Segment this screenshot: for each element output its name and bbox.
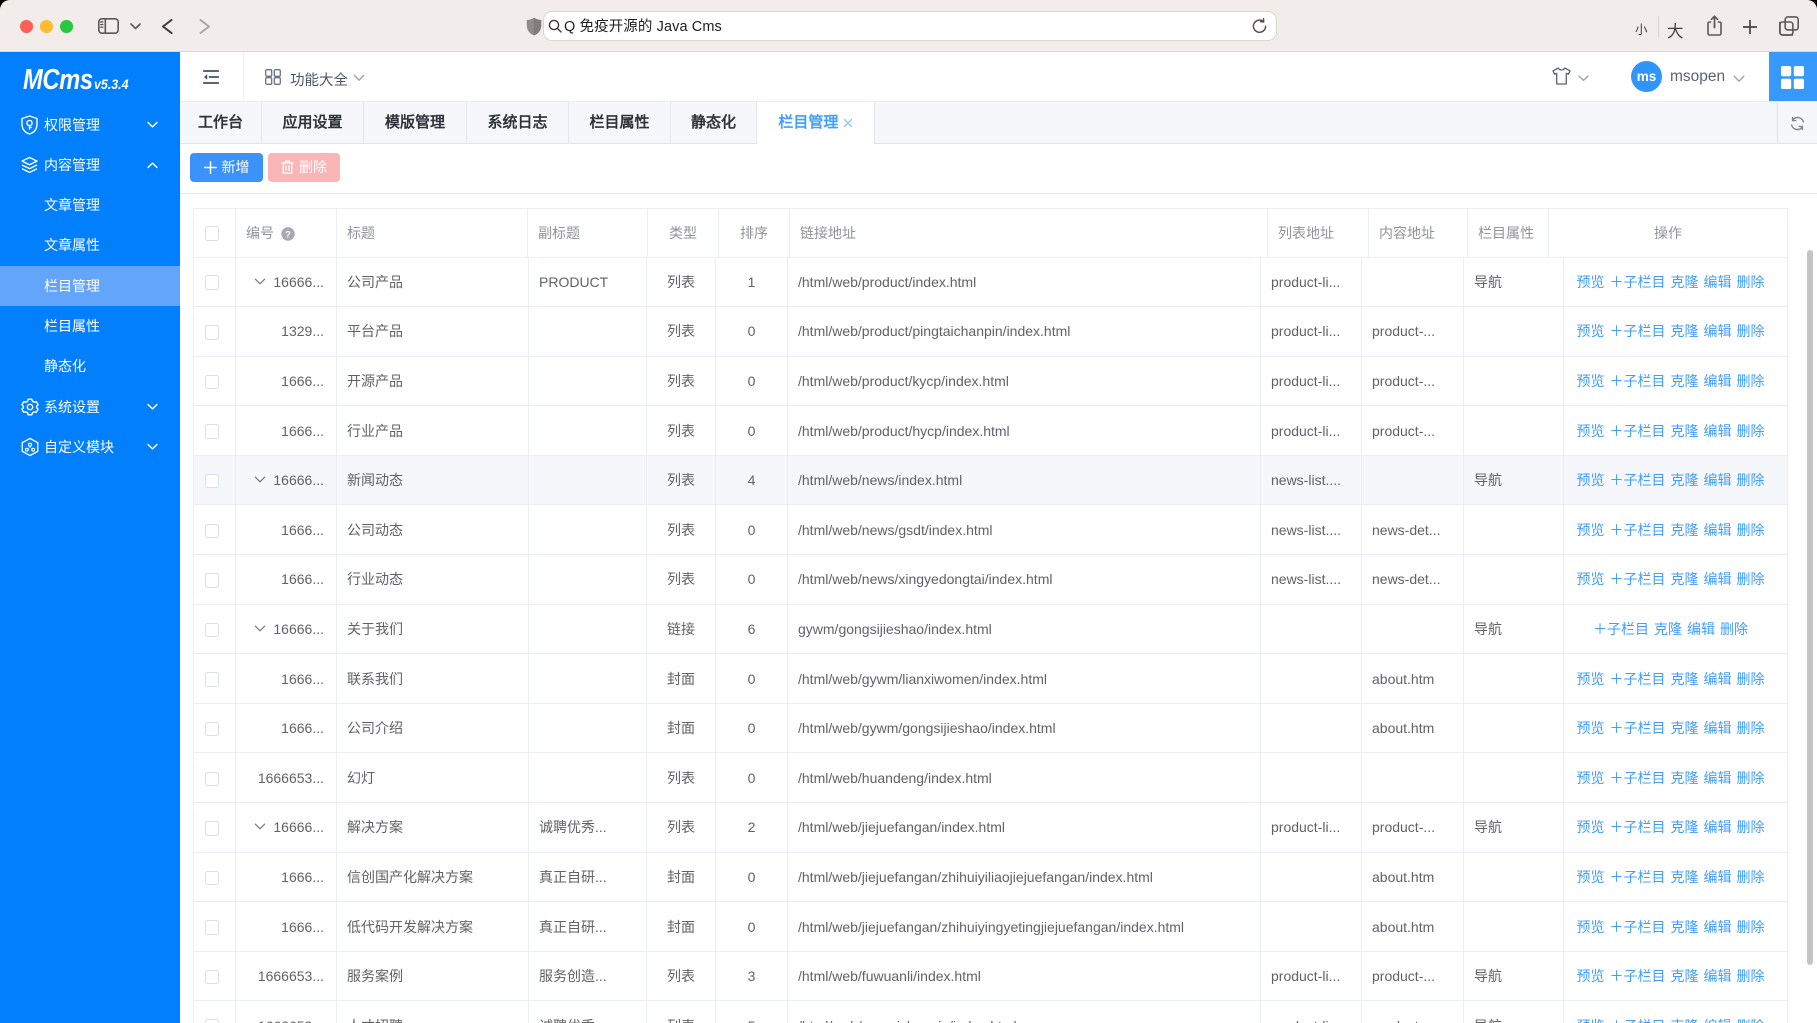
svg-text:?: ? [285,229,291,240]
